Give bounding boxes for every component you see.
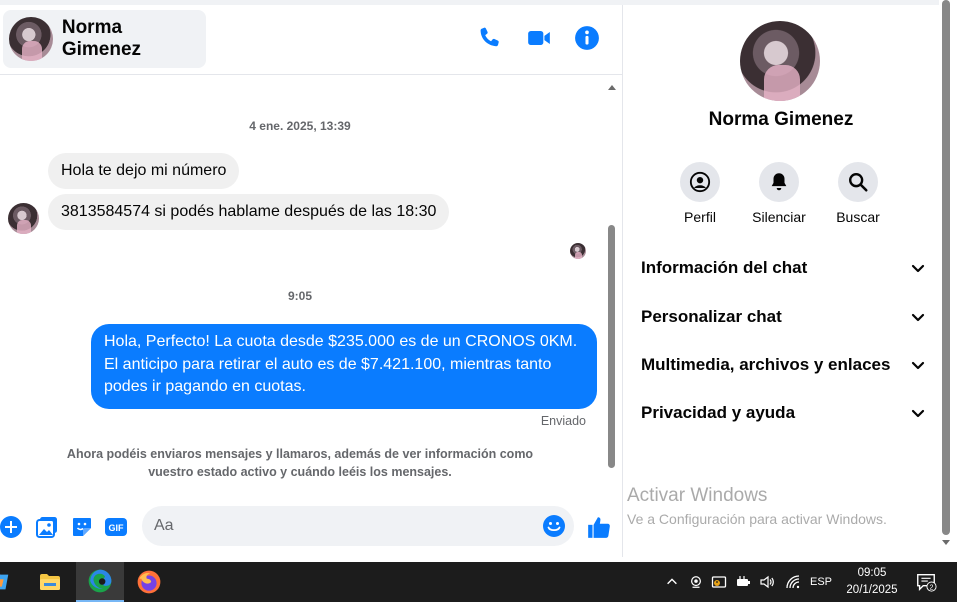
section-title: Multimedia, archivos y enlaces (641, 355, 891, 374)
chat-pane: Norma Gimenez 4 ene. 2025, 13:39 Hola te… (0, 5, 622, 557)
message-input-box[interactable] (142, 506, 574, 546)
clock-date: 20/1/2025 (846, 584, 898, 596)
search-action-label: Buscar (836, 209, 880, 225)
mute-action-label: Silenciar (752, 209, 806, 225)
thumbs-up-icon[interactable] (586, 514, 612, 540)
profile-name: Norma Gimenez (708, 109, 854, 130)
search-action[interactable]: Buscar (818, 162, 898, 225)
photo-icon[interactable] (35, 515, 59, 539)
language-indicator[interactable]: ESP (806, 562, 836, 602)
scrollbar-thumb[interactable] (608, 225, 615, 468)
bell-icon (759, 162, 799, 202)
activate-windows-title: Activar Windows (627, 485, 768, 506)
profile-action-label: Perfil (684, 209, 716, 225)
read-receipt-avatar (570, 243, 586, 259)
camera-tray-icon[interactable] (686, 562, 706, 602)
time-separator: 9:05 (287, 289, 313, 303)
date-separator: 4 ene. 2025, 13:39 (249, 119, 351, 133)
clock-time: 09:05 (857, 567, 887, 579)
message-input[interactable] (154, 515, 534, 537)
section-media-files-links[interactable]: Multimedia, archivos y enlaces (641, 350, 926, 380)
edge-browser-icon[interactable] (76, 562, 124, 602)
chevron-down-icon (911, 264, 925, 273)
volume-icon[interactable] (757, 562, 777, 602)
battery-icon[interactable] (733, 562, 753, 602)
contact-name: Norma Gimenez (61, 17, 142, 60)
sender-avatar (8, 203, 39, 234)
chat-header: Norma Gimenez (0, 5, 622, 75)
contact-avatar (9, 17, 53, 61)
message-status: Enviado (540, 414, 586, 428)
emoji-icon[interactable] (542, 514, 566, 538)
section-title: Personalizar chat (641, 307, 782, 326)
section-chat-info[interactable]: Información del chat (641, 253, 926, 283)
incoming-message[interactable]: 3813584574 si podés hablame después de l… (48, 194, 450, 230)
section-title: Privacidad y ayuda (641, 403, 796, 422)
incoming-message[interactable]: Hola te dejo mi número (48, 153, 240, 189)
gif-label: GIF (109, 523, 125, 533)
chevron-down-icon (911, 361, 925, 370)
profile-action[interactable]: Perfil (660, 162, 740, 225)
chevron-down-icon (911, 409, 925, 418)
system-clock[interactable]: 09:05 20/1/2025 (838, 565, 906, 599)
connection-notice: Ahora podéis enviaros mensajes y llamaro… (66, 447, 534, 479)
notification-count: 2 (930, 584, 934, 591)
mute-action[interactable]: Silenciar (739, 162, 819, 225)
conversation-info-panel: Norma Gimenez Perfil Silenciar Buscar In… (623, 5, 939, 557)
scroll-down-arrow[interactable] (942, 540, 950, 545)
video-call-icon[interactable] (526, 25, 552, 51)
chevron-up-icon[interactable] (663, 562, 681, 602)
firefox-icon[interactable] (125, 562, 173, 602)
windows-taskbar: ESP 09:05 20/1/2025 2 (0, 562, 957, 602)
contact-header-button[interactable]: Norma Gimenez (3, 10, 206, 68)
profile-avatar (740, 21, 820, 101)
page-scrollbar-thumb[interactable] (942, 0, 950, 535)
section-privacy-help[interactable]: Privacidad y ayuda (641, 398, 926, 428)
file-explorer-icon[interactable] (26, 562, 74, 602)
wifi-icon[interactable] (783, 562, 803, 602)
info-icon[interactable] (574, 25, 600, 51)
gif-icon[interactable]: GIF (104, 515, 128, 539)
chevron-down-icon (911, 313, 925, 322)
section-title: Información del chat (641, 258, 808, 277)
profile-icon (680, 162, 720, 202)
composer-bar: GIF (0, 505, 622, 553)
sticker-icon[interactable] (70, 515, 94, 539)
section-customize-chat[interactable]: Personalizar chat (641, 302, 926, 332)
phone-call-icon[interactable] (477, 25, 503, 51)
chat-scrollbar[interactable] (606, 85, 618, 470)
copilot-icon[interactable] (0, 562, 18, 602)
page-scrollbar[interactable] (939, 0, 957, 557)
scroll-up-arrow[interactable] (608, 85, 616, 90)
outgoing-message[interactable]: Hola, Perfecto! La cuota desde $235.000 … (91, 324, 597, 409)
plus-icon[interactable] (0, 515, 23, 539)
notification-center-icon[interactable]: 2 (912, 562, 940, 602)
activate-windows-subtitle: Ve a Configuración para activar Windows. (627, 511, 887, 527)
hardware-warning-icon[interactable] (709, 562, 729, 602)
search-icon (838, 162, 878, 202)
messenger-app: Norma Gimenez 4 ene. 2025, 13:39 Hola te… (0, 0, 957, 562)
